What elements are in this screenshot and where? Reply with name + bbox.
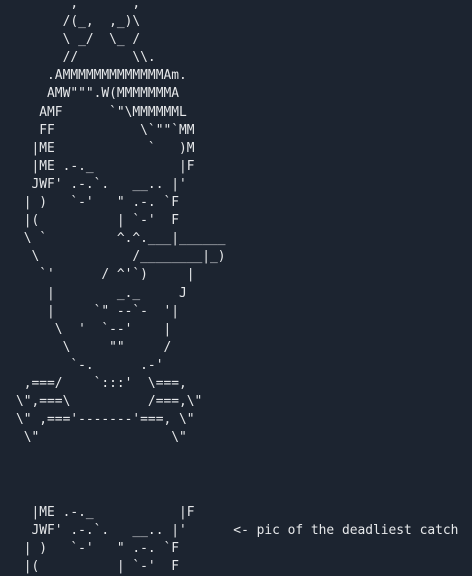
ascii-art-figure: , , /(_, ,_)\ \ _/ \_ / // \\. .AMMMMMMM…: [16, 0, 226, 446]
terminal-screen: , , /(_, ,_)\ \ _/ \_ / // \\. .AMMMMMMM…: [0, 0, 472, 576]
ascii-art-snippet: |ME .-._ |F JWF' .-.`. __.. |' <- pic of…: [23, 505, 459, 575]
